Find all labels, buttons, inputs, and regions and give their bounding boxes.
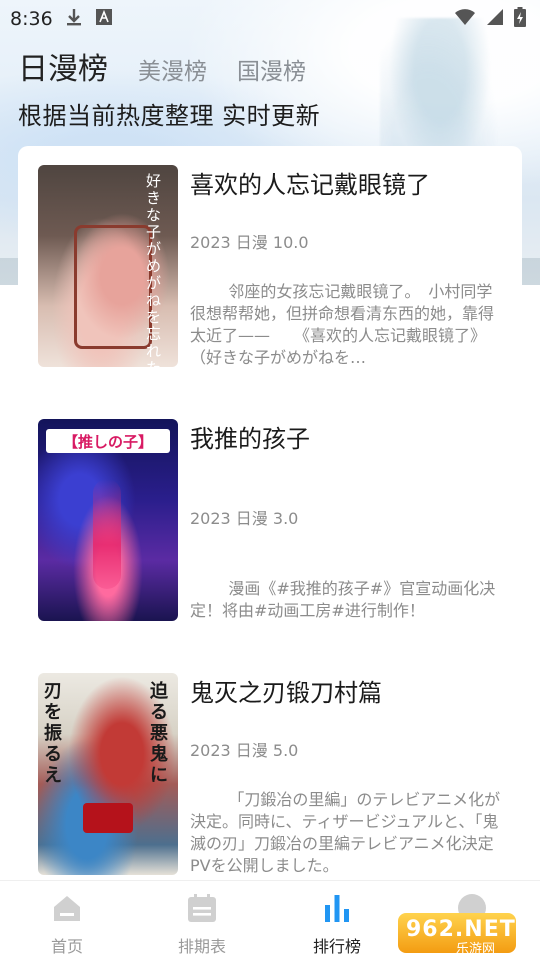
item-meta: 2023 日漫 3.0 — [190, 509, 299, 528]
signal-icon — [486, 8, 504, 30]
cover-image[interactable]: 【推しの子】 — [38, 419, 178, 621]
stage-figure-art — [93, 479, 121, 589]
cover-logo-badge — [83, 803, 133, 833]
list-item[interactable]: 刃を振るえ 迫る悪鬼に 鬼灭之刃锻刀村篇 2023 日漫 5.0 「刀鍛冶の里編… — [38, 673, 504, 877]
list-item[interactable]: 【推しの子】 我推的孩子 2023 日漫 3.0 漫画《#我推的孩子#》官宣动画… — [38, 419, 504, 623]
item-title[interactable]: 鬼灭之刃锻刀村篇 — [190, 673, 382, 708]
a-keyboard-icon — [95, 8, 113, 30]
cover-title-text: 【推しの子】 — [46, 429, 170, 453]
status-time: 8:36 — [10, 8, 53, 30]
tab-japanese-comics[interactable]: 日漫榜 — [18, 44, 108, 88]
nav-ranking-label: 排行榜 — [312, 937, 361, 956]
home-icon — [22, 893, 112, 927]
item-description: 漫画《#我推的孩子#》官宣动画化决定！将由#动画工房#进行制作！ — [190, 579, 496, 620]
tab-chinese-comics[interactable]: 国漫榜 — [237, 52, 306, 86]
ranking-tabs: 日漫榜 美漫榜 国漫榜 — [18, 44, 306, 88]
wifi-icon — [454, 8, 476, 30]
battery-charging-icon — [514, 7, 526, 31]
item-description: 邻座的女孩忘记戴眼镜了。 小村同学很想帮帮她，但拼命想看清东西的她，靠得太近了—… — [190, 282, 495, 367]
status-bar: 8:36 — [0, 0, 540, 38]
tab-american-comics[interactable]: 美漫榜 — [138, 52, 207, 86]
item-description: 「刀鍛冶の里編」のテレビアニメ化が決定。同時に、ティザービジュアルと、「鬼滅の刃… — [190, 790, 501, 875]
download-icon — [65, 7, 83, 31]
nav-schedule-label: 排期表 — [177, 937, 226, 956]
item-title[interactable]: 我推的孩子 — [190, 419, 310, 454]
list-item[interactable]: 好きな子がめがねを忘れた 喜欢的人忘记戴眼镜了 2023 日漫 10.0 邻座的… — [38, 165, 504, 369]
item-meta: 2023 日漫 10.0 — [190, 233, 309, 252]
calendar-icon — [157, 893, 247, 927]
cover-title-text: 好きな子がめがねを忘れた — [146, 172, 162, 368]
glasses-frame-art — [74, 225, 152, 349]
site-watermark: 962.NET 乐游网 — [398, 905, 534, 957]
nav-schedule[interactable]: 排期表 — [157, 893, 247, 957]
nav-home[interactable]: 首页 — [22, 893, 112, 957]
cover-text-right: 迫る悪鬼に — [150, 681, 168, 786]
bar-chart-icon — [292, 893, 382, 927]
ranking-list: 好きな子がめがねを忘れた 喜欢的人忘记戴眼镜了 2023 日漫 10.0 邻座的… — [18, 146, 522, 886]
cover-image[interactable]: 好きな子がめがねを忘れた — [38, 165, 178, 367]
cover-image[interactable]: 刃を振るえ 迫る悪鬼に — [38, 673, 178, 875]
cover-text-left: 刃を振るえ — [44, 681, 62, 786]
nav-home-label: 首页 — [50, 937, 83, 956]
item-meta: 2023 日漫 5.0 — [190, 741, 299, 760]
page-subtitle: 根据当前热度整理 实时更新 — [18, 102, 321, 130]
nav-ranking[interactable]: 排行榜 — [292, 893, 382, 957]
item-title[interactable]: 喜欢的人忘记戴眼镜了 — [190, 165, 430, 200]
watermark-subtext: 乐游网 — [456, 942, 496, 957]
